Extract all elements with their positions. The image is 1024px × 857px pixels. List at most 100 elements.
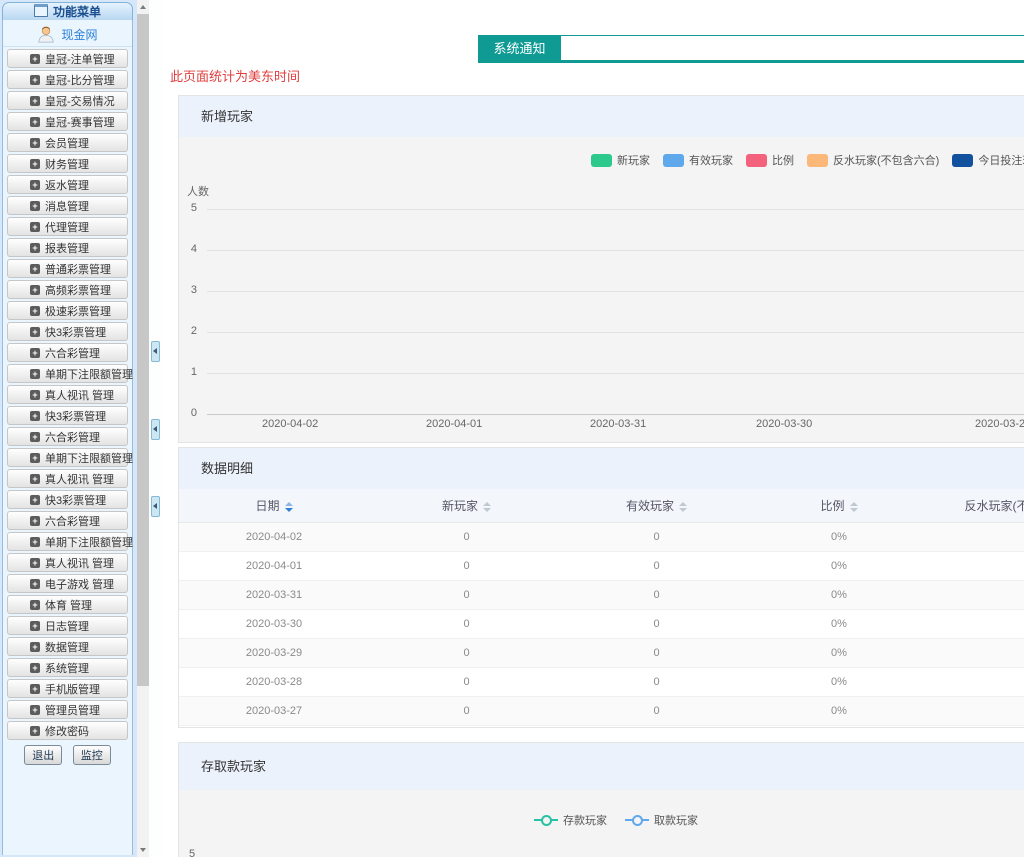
legend-label: 有效玩家 bbox=[689, 152, 733, 168]
legend-item[interactable]: 存款玩家 bbox=[534, 812, 607, 828]
cell-date: 2020-03-27 bbox=[179, 696, 369, 725]
menu-item-label: 高频彩票管理 bbox=[45, 282, 111, 298]
sidebar-menu-item[interactable]: + 六合彩管理 bbox=[7, 511, 128, 530]
monitor-button[interactable]: 监控 bbox=[73, 745, 111, 765]
menu-item-label: 皇冠-交易情况 bbox=[45, 93, 115, 109]
sidebar-menu-item[interactable]: + 数据管理 bbox=[7, 637, 128, 656]
new-players-chart: 新玩家 有效玩家 比例 反水玩家(不包含六合) 今日投注玩家 bbox=[179, 137, 1024, 442]
cell-ratio: 0% bbox=[749, 580, 929, 609]
sidebar-menu-item[interactable]: + 皇冠-赛事管理 bbox=[7, 112, 128, 131]
expand-plus-icon: + bbox=[30, 180, 40, 190]
sidebar-menu-item[interactable]: + 消息管理 bbox=[7, 196, 128, 215]
cell-ratio: 0% bbox=[749, 667, 929, 696]
menu-item-label: 真人视讯 管理 bbox=[45, 387, 114, 403]
collapse-handle[interactable] bbox=[151, 419, 160, 440]
sidebar-header: 功能菜单 bbox=[2, 2, 133, 20]
collapse-arrow-icon bbox=[153, 348, 157, 354]
col-header-new-players[interactable]: 新玩家 bbox=[369, 489, 564, 522]
sidebar-menu-item[interactable]: + 返水管理 bbox=[7, 175, 128, 194]
cell-rebate-players: 0 bbox=[929, 580, 1024, 609]
user-row[interactable]: 现金网 bbox=[3, 20, 132, 47]
sidebar-menu-item[interactable]: + 真人视讯 管理 bbox=[7, 469, 128, 488]
legend-item[interactable]: 比例 bbox=[746, 152, 794, 168]
logout-button[interactable]: 退出 bbox=[24, 745, 62, 765]
sidebar-menu-item[interactable]: + 代理管理 bbox=[7, 217, 128, 236]
sidebar-menu-item[interactable]: + 日志管理 bbox=[7, 616, 128, 635]
sidebar-menu-item[interactable]: + 皇冠-比分管理 bbox=[7, 70, 128, 89]
x-tick-label: 2020-03-31 bbox=[590, 418, 646, 430]
sidebar-menu-item[interactable]: + 高频彩票管理 bbox=[7, 280, 128, 299]
legend-swatch bbox=[807, 154, 828, 167]
col-header-ratio[interactable]: 比例 bbox=[749, 489, 929, 522]
scroll-thumb[interactable] bbox=[137, 14, 149, 686]
table-row: 2020-04-01 0 0 0% 0 bbox=[179, 551, 1024, 580]
expand-plus-icon: + bbox=[30, 285, 40, 295]
y-tick-label: 5 bbox=[189, 848, 195, 857]
expand-plus-icon: + bbox=[30, 243, 40, 253]
gridline bbox=[207, 332, 1024, 333]
data-table: 日期 新玩家 有效玩家 比例 反水玩家(不包含六合) 2020-04-02 0 … bbox=[179, 489, 1024, 726]
sidebar-scrollbar[interactable] bbox=[137, 0, 149, 857]
menu-item-label: 单期下注限额管理 bbox=[45, 534, 133, 550]
deposit-withdraw-chart: 存款玩家 取款玩家 5 bbox=[179, 790, 1024, 857]
expand-plus-icon: + bbox=[30, 348, 40, 358]
sidebar-menu-item[interactable]: + 快3彩票管理 bbox=[7, 490, 128, 509]
legend-item[interactable]: 取款玩家 bbox=[625, 812, 698, 828]
expand-plus-icon: + bbox=[30, 369, 40, 379]
sort-icon bbox=[285, 502, 293, 512]
user-avatar-icon bbox=[37, 25, 55, 43]
tab-system-notice[interactable]: 系统通知 bbox=[478, 35, 561, 63]
sidebar-menu-item[interactable]: + 报表管理 bbox=[7, 238, 128, 257]
x-axis-labels: 2020-04-022020-04-012020-03-312020-03-30… bbox=[179, 418, 1024, 434]
cell-date: 2020-04-01 bbox=[179, 551, 369, 580]
sidebar-menu-item[interactable]: + 快3彩票管理 bbox=[7, 406, 128, 425]
sidebar-menu-item[interactable]: + 六合彩管理 bbox=[7, 343, 128, 362]
legend-item[interactable]: 反水玩家(不包含六合) bbox=[807, 152, 939, 168]
collapse-handle[interactable] bbox=[151, 341, 160, 362]
legend-item[interactable]: 今日投注玩家 bbox=[952, 152, 1024, 168]
table-row: 2020-03-29 0 0 0% 0 bbox=[179, 638, 1024, 667]
sidebar-menu-item[interactable]: + 普通彩票管理 bbox=[7, 259, 128, 278]
expand-plus-icon: + bbox=[30, 453, 40, 463]
sidebar-menu-item[interactable]: + 单期下注限额管理 bbox=[7, 448, 128, 467]
y-tick-label: 2 bbox=[179, 325, 197, 337]
col-header-rebate-players[interactable]: 反水玩家(不包含六合) bbox=[929, 489, 1024, 522]
sidebar-menu-item[interactable]: + 财务管理 bbox=[7, 154, 128, 173]
cell-active-players: 0 bbox=[564, 522, 749, 551]
cell-active-players: 0 bbox=[564, 696, 749, 725]
menu-item-label: 快3彩票管理 bbox=[45, 492, 106, 508]
sidebar-menu-item[interactable]: + 单期下注限额管理 bbox=[7, 364, 128, 383]
sidebar-menu-item[interactable]: + 手机版管理 bbox=[7, 679, 128, 698]
col-header-active-players[interactable]: 有效玩家 bbox=[564, 489, 749, 522]
menu-item-label: 手机版管理 bbox=[45, 681, 100, 697]
y-tick-label: 1 bbox=[179, 366, 197, 378]
sidebar-menu-item[interactable]: + 极速彩票管理 bbox=[7, 301, 128, 320]
sidebar-menu-item[interactable]: + 单期下注限额管理 bbox=[7, 532, 128, 551]
sidebar-menu-item[interactable]: + 修改密码 bbox=[7, 721, 128, 740]
panel-title-deposit-withdraw: 存取款玩家 bbox=[179, 743, 1024, 790]
scroll-up-arrow[interactable] bbox=[137, 0, 149, 14]
sidebar-menu-item[interactable]: + 快3彩票管理 bbox=[7, 322, 128, 341]
sidebar-menu-item[interactable]: + 皇冠-注单管理 bbox=[7, 49, 128, 68]
sidebar-menu-item[interactable]: + 系统管理 bbox=[7, 658, 128, 677]
collapse-handle[interactable] bbox=[151, 496, 160, 517]
sidebar-menu-item[interactable]: + 真人视讯 管理 bbox=[7, 385, 128, 404]
legend-item[interactable]: 新玩家 bbox=[591, 152, 650, 168]
sidebar-menu-item[interactable]: + 真人视讯 管理 bbox=[7, 553, 128, 572]
chart-legend: 新玩家 有效玩家 比例 反水玩家(不包含六合) 今日投注玩家 bbox=[591, 152, 1024, 168]
sidebar-menu-item[interactable]: + 六合彩管理 bbox=[7, 427, 128, 446]
menu-item-label: 会员管理 bbox=[45, 135, 89, 151]
col-header-date[interactable]: 日期 bbox=[179, 489, 369, 522]
gridline bbox=[207, 291, 1024, 292]
menu-item-label: 体育 管理 bbox=[45, 597, 92, 613]
sidebar-menu-item[interactable]: + 管理员管理 bbox=[7, 700, 128, 719]
menu-item-label: 极速彩票管理 bbox=[45, 303, 111, 319]
expand-plus-icon: + bbox=[30, 117, 40, 127]
sidebar-menu-item[interactable]: + 会员管理 bbox=[7, 133, 128, 152]
expand-plus-icon: + bbox=[30, 474, 40, 484]
legend-item[interactable]: 有效玩家 bbox=[663, 152, 733, 168]
sidebar-menu-item[interactable]: + 电子游戏 管理 bbox=[7, 574, 128, 593]
sidebar-menu-item[interactable]: + 皇冠-交易情况 bbox=[7, 91, 128, 110]
scroll-down-arrow[interactable] bbox=[137, 843, 149, 857]
sidebar-menu-item[interactable]: + 体育 管理 bbox=[7, 595, 128, 614]
